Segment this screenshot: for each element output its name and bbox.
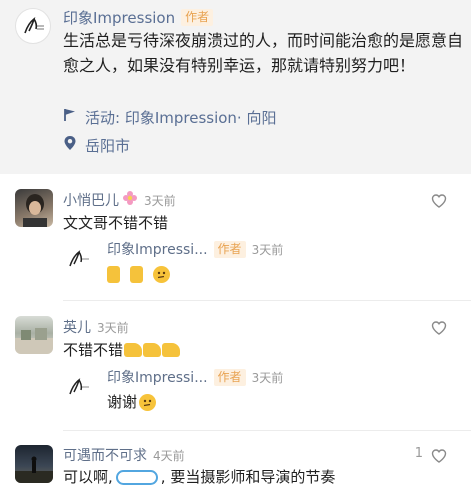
thumbs-up-emoji — [143, 343, 162, 357]
author-tag: 作者 — [181, 8, 214, 26]
flower-icon — [122, 190, 138, 210]
post-text: 生活总是亏待深夜崩溃过的人，而时间能治愈的是愿意自愈之人，如果没有特别幸运，那就… — [63, 31, 464, 75]
commenter-name-row: 可遇而不可求 4天前 — [63, 445, 185, 465]
flag-icon — [63, 108, 77, 126]
commenter-avatar[interactable] — [15, 189, 53, 227]
comment-text-row: 可以啊, , 要当摄影师和导演的节奏 — [63, 465, 335, 489]
reply-author-tag: 作者 — [213, 368, 246, 386]
reply-text — [107, 262, 176, 286]
reply-name-row: 印象Impressi... 作者 3天前 — [107, 239, 283, 259]
thumbs-up-emoji — [162, 343, 181, 357]
author-name[interactable]: 印象Impression — [63, 7, 175, 28]
post-card: 印象Impression 作者 生活总是亏待深夜崩溃过的人，而时间能治愈的是愿意… — [0, 0, 471, 174]
commenter-avatar[interactable] — [15, 445, 53, 483]
heart-icon[interactable] — [431, 193, 447, 209]
reply-author-avatar[interactable] — [64, 244, 94, 274]
comment-text-before: 可以啊, — [63, 468, 113, 486]
comment-text-after: , 要当摄影师和导演的节奏 — [160, 468, 336, 486]
thinking-emoji — [139, 393, 157, 411]
location-pin-icon — [63, 135, 77, 155]
comment-text: 不错不错 — [63, 341, 124, 359]
heart-icon[interactable] — [431, 320, 447, 336]
post-header: 印象Impression 作者 — [63, 5, 214, 29]
comment-text-row: 不错不错 — [63, 338, 181, 362]
location-link[interactable]: 岳阳市 — [63, 134, 130, 156]
heart-icon[interactable] — [431, 448, 447, 464]
divider — [63, 430, 471, 431]
thumbs-up-emoji — [124, 343, 143, 357]
reply-author-tag: 作者 — [213, 240, 246, 258]
activity-text: 活动: 印象Impression· 向阳 — [85, 108, 277, 127]
comment-time: 3天前 — [97, 320, 129, 335]
reply-author-name[interactable]: 印象Impressi... — [107, 239, 208, 259]
crossed-fingers-emoji — [130, 265, 143, 283]
commenter-name-row: 小悄巴儿 3天前 — [63, 190, 176, 210]
reply-name-row: 印象Impressi... 作者 3天前 — [107, 367, 283, 387]
location-text: 岳阳市 — [85, 136, 131, 155]
reply-time: 3天前 — [251, 242, 284, 257]
commenter-avatar[interactable] — [15, 316, 53, 354]
author-avatar[interactable] — [15, 8, 51, 44]
comment-text: 文文哥不错不错 — [63, 214, 169, 232]
redacted-mention[interactable] — [115, 469, 158, 485]
reply-time: 3天前 — [251, 370, 284, 385]
reply-text-row: 谢谢 — [107, 390, 162, 414]
reply-author-name[interactable]: 印象Impressi... — [107, 367, 208, 387]
commenter-name[interactable]: 英儿 — [63, 317, 91, 337]
comment-time: 4天前 — [153, 448, 185, 463]
like-count: 1 — [414, 446, 423, 461]
activity-link[interactable]: 活动: 印象Impression· 向阳 — [63, 106, 276, 128]
comment-time: 3天前 — [144, 193, 176, 208]
commenter-name-row: 英儿 3天前 — [63, 317, 129, 337]
thinking-emoji — [153, 265, 170, 283]
commenter-name[interactable]: 小悄巴儿 — [63, 190, 119, 210]
commenter-name[interactable]: 可遇而不可求 — [63, 445, 147, 465]
reply-text: 谢谢 — [107, 393, 138, 411]
crossed-fingers-emoji — [107, 265, 120, 283]
divider — [63, 300, 471, 301]
reply-author-avatar[interactable] — [64, 372, 94, 402]
